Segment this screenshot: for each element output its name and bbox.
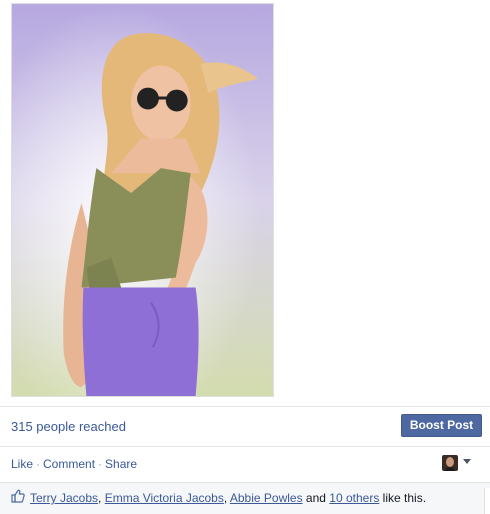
likes-suffix: like this. <box>379 491 427 505</box>
other-likers-link[interactable]: 10 others <box>329 491 379 505</box>
liker-link[interactable]: Terry Jacobs <box>30 491 98 505</box>
thumbs-up-icon <box>11 489 25 503</box>
avatar-image <box>442 455 458 471</box>
liker-separator: , <box>98 491 105 505</box>
post-actions: Like · Comment · Share <box>11 457 137 471</box>
divider-top <box>0 406 490 407</box>
liker-link[interactable]: Emma Victoria Jacobs <box>105 491 224 505</box>
actor-avatar[interactable] <box>442 455 458 471</box>
likes-sentence: Terry Jacobs, Emma Victoria Jacobs, Abbi… <box>30 491 426 505</box>
likes-and-text: and <box>302 491 330 505</box>
boost-post-button[interactable]: Boost Post <box>401 414 482 437</box>
divider-middle <box>0 446 490 447</box>
action-separator: · <box>36 457 41 471</box>
likes-summary-bar: Terry Jacobs, Emma Victoria Jacobs, Abbi… <box>0 482 490 514</box>
liker-link[interactable]: Abbie Powles <box>230 491 303 505</box>
action-separator: · <box>98 457 103 471</box>
people-reached-link[interactable]: 315 people reached <box>11 419 126 434</box>
like-link[interactable]: Like <box>11 457 33 471</box>
share-link[interactable]: Share <box>105 457 137 471</box>
post-photo-image <box>12 4 273 396</box>
scroll-edge <box>484 488 490 514</box>
post-photo[interactable] <box>11 3 274 397</box>
chevron-down-icon[interactable] <box>463 459 471 464</box>
comment-link[interactable]: Comment <box>43 457 95 471</box>
